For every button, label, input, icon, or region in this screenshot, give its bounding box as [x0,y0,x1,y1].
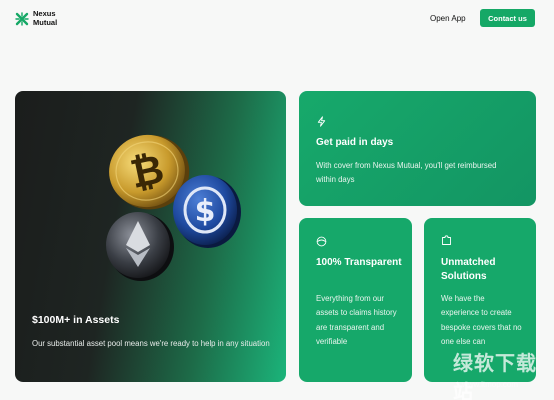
usdc-coin: $ [173,175,241,248]
nexus-logo-icon [15,11,29,26]
watermark-url: www.itmop.com [462,380,519,389]
watermark-text: 绿软下载站 [453,353,537,400]
hero-title: $100M+ in Assets [32,314,120,326]
contact-us-button[interactable]: Contact us [480,9,535,27]
eye-icon [316,236,327,247]
svg-text:$: $ [195,194,216,229]
puzzle-icon [442,235,451,245]
feature-description: With cover from Nexus Mutual, you'll get… [316,161,497,185]
feature-card-transparent: 100% Transparent Everything from our ass… [299,218,412,382]
lightning-icon [317,116,326,127]
open-app-link[interactable]: Open App [430,14,466,23]
hero-description: Our substantial asset pool means we're r… [32,339,270,348]
feature-description: Everything from our assets to claims his… [316,294,397,346]
feature-title: 100% Transparent [316,257,402,268]
logo[interactable]: Nexus Mutual [15,9,58,27]
feature-description: We have the experience to create bespoke… [441,294,522,346]
crypto-coins-illustration: ₿ $ [106,134,241,281]
feature-title: Get paid in days [316,137,394,148]
feature-title: Unmatched Solutions [441,257,496,282]
logo-text: Nexus Mutual [33,9,58,27]
hero-card: ₿ $ $100M+ in Assets Our substantial ass… [15,91,286,382]
feature-card-paid-in-days: Get paid in days With cover from Nexus M… [299,91,536,206]
header: Nexus Mutual Open App Contact us [0,0,554,40]
ethereum-coin [106,212,174,281]
